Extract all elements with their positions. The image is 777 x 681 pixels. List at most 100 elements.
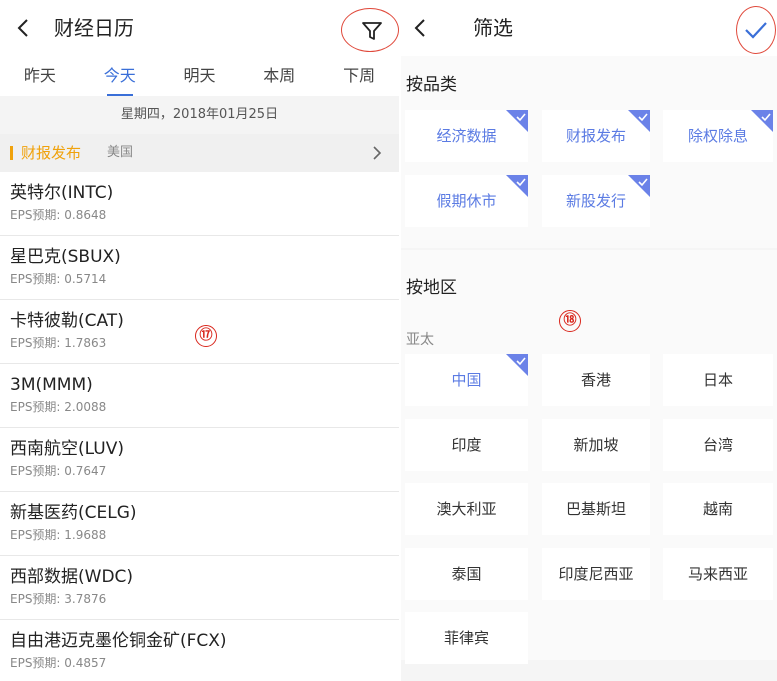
- list-item[interactable]: 新基医药(CELG) EPS预期: 1.9688: [0, 492, 399, 556]
- region-chip[interactable]: 日本: [663, 354, 773, 406]
- region-chip[interactable]: 马来西亚: [663, 547, 773, 600]
- eps-forecast: EPS预期: 0.4857: [10, 656, 107, 670]
- region-chip[interactable]: 越南: [663, 483, 773, 535]
- filter-panel: 筛选 按品类 经济数据 财报发布 除权除息 假期休市 新股发行 按地区 亚太 ⑱ 中国 香…: [401, 0, 777, 681]
- checkmark-icon: [761, 113, 771, 122]
- list-item[interactable]: 自由港迈克墨伦铜金矿(FCX) EPS预期: 0.4857: [0, 620, 399, 681]
- eps-forecast: EPS预期: 3.7876: [10, 592, 107, 606]
- category-chip[interactable]: 财报发布: [542, 110, 650, 162]
- filter-icon: [362, 22, 382, 40]
- checkmark-icon: [638, 113, 648, 122]
- company-name: 新基医药(CELG): [10, 503, 137, 523]
- category-chip-label: 新股发行: [565, 192, 626, 210]
- category-section: 按品类 经济数据 财报发布 除权除息假期休市 新股发行: [401, 56, 777, 248]
- tab-1[interactable]: 今天: [80, 58, 160, 96]
- region-chip-label: 香港: [580, 371, 611, 389]
- region-chip[interactable]: 香港: [542, 354, 650, 406]
- tab-label: 下周: [343, 66, 376, 85]
- checkmark-icon: [638, 178, 648, 187]
- company-name: 3M(MMM): [10, 375, 93, 395]
- region-chip[interactable]: 菲律宾: [405, 612, 528, 664]
- region-chip[interactable]: 中国: [405, 354, 528, 406]
- region-chip-label: 泰国: [451, 564, 482, 583]
- earnings-list: 英特尔(INTC) EPS预期: 0.8648 星巴克(SBUX) EPS预期: 0.…: [0, 172, 399, 681]
- region-chip-label: 巴基斯坦: [565, 500, 626, 518]
- checkmark-icon: [516, 113, 526, 122]
- region-chip-label: 越南: [702, 500, 733, 518]
- page-title: 财经日历: [54, 16, 134, 40]
- company-name: 英特尔(INTC): [10, 183, 114, 203]
- region-chip-label: 马来西亚: [687, 564, 748, 583]
- annotation-badge: ⑱: [559, 310, 581, 332]
- checkmark-icon: [516, 178, 526, 187]
- region-chip-label: 新加坡: [573, 435, 619, 454]
- region-chip-label: 印度尼西亚: [558, 564, 634, 583]
- category-chip-label: 除权除息: [687, 127, 748, 145]
- list-item[interactable]: 西南航空(LUV) EPS预期: 0.7647: [0, 428, 399, 492]
- region-chip-label: 台湾: [702, 435, 733, 454]
- checkmark-icon: [516, 357, 526, 366]
- tab-label: 明天: [183, 66, 216, 85]
- eps-forecast: EPS预期: 1.7863: [10, 336, 107, 350]
- filter-title: 筛选: [473, 16, 513, 40]
- company-name: 星巴克(SBUX): [10, 247, 121, 267]
- region-chip-label: 菲律宾: [443, 629, 489, 647]
- chevron-right-icon: [373, 146, 382, 160]
- eps-forecast: EPS预期: 2.0088: [10, 400, 107, 414]
- category-chip[interactable]: 新股发行: [542, 175, 650, 227]
- list-item[interactable]: 星巴克(SBUX) EPS预期: 0.5714: [0, 236, 399, 300]
- tab-2[interactable]: 明天: [160, 58, 240, 96]
- region-chip[interactable]: 巴基斯坦: [542, 483, 650, 535]
- category-group-title: 按品类: [406, 75, 457, 95]
- region-chip[interactable]: 印度尼西亚: [542, 547, 650, 600]
- tab-label: 今天: [103, 66, 136, 85]
- category-chip-label: 假期休市: [436, 192, 497, 210]
- annotation-badge: ⑰: [195, 325, 217, 347]
- region-chip-label: 日本: [702, 371, 733, 389]
- list-item[interactable]: 3M(MMM) EPS预期: 2.0088: [0, 364, 399, 428]
- tab-4[interactable]: 下周: [319, 58, 399, 96]
- date-label: 星期四，2018年01月25日: [0, 96, 399, 134]
- region-chip-label: 印度: [451, 435, 482, 454]
- checkmark-icon: [745, 22, 767, 39]
- eps-forecast: EPS预期: 0.7647: [10, 464, 107, 478]
- category-chip-label: 财报发布: [565, 127, 626, 145]
- region-chip[interactable]: 新加坡: [542, 418, 650, 471]
- back-button[interactable]: [407, 14, 435, 42]
- section-country: 美国: [107, 145, 134, 160]
- region-section: 按地区 亚太 ⑱ 中国 香港 日本 印度 新加坡 台湾 澳大利亚 巴基斯坦 越南 泰国 印度尼西亚 马…: [401, 250, 777, 664]
- calendar-header: 财经日历: [0, 0, 399, 56]
- category-chip-label: 经济数据: [436, 127, 497, 145]
- back-button[interactable]: [10, 14, 38, 42]
- tab-0[interactable]: 昨天: [0, 58, 80, 96]
- section-title: 财报发布: [21, 144, 82, 162]
- category-chip[interactable]: 假期休市: [405, 175, 528, 227]
- region-group-title: 按地区: [406, 278, 457, 298]
- date-tabs: 昨天 今天 明天 本周 下周: [0, 58, 399, 96]
- eps-forecast: EPS预期: 1.9688: [10, 528, 107, 542]
- eps-forecast: EPS预期: 0.8648: [10, 208, 107, 222]
- tab-label: 昨天: [23, 66, 56, 85]
- filter-button[interactable]: [341, 8, 399, 52]
- filter-header: 筛选: [401, 0, 777, 56]
- company-name: 西部数据(WDC): [10, 567, 134, 587]
- category-chip[interactable]: 除权除息: [663, 110, 773, 162]
- chevron-left-icon: [17, 19, 28, 37]
- list-item[interactable]: 英特尔(INTC) EPS预期: 0.8648: [0, 172, 399, 236]
- region-chip[interactable]: 澳大利亚: [405, 483, 528, 535]
- company-name: 卡特彼勒(CAT): [10, 311, 124, 331]
- section-marker: [10, 146, 13, 160]
- calendar-panel: 财经日历 昨天 今天 明天 本周 下周 星期四，2018年01月25日 财报发布 美国 …: [0, 0, 399, 681]
- region-chip[interactable]: 泰国: [405, 547, 528, 600]
- eps-forecast: EPS预期: 0.5714: [10, 272, 107, 286]
- confirm-button[interactable]: [736, 6, 776, 54]
- list-item[interactable]: 西部数据(WDC) EPS预期: 3.7876: [0, 556, 399, 620]
- region-chip[interactable]: 台湾: [663, 418, 773, 471]
- region-chip-label: 澳大利亚: [436, 500, 497, 518]
- category-chip[interactable]: 经济数据: [405, 110, 528, 162]
- company-name: 自由港迈克墨伦铜金矿(FCX): [10, 631, 227, 651]
- region-chip[interactable]: 印度: [405, 418, 528, 471]
- tab-3[interactable]: 本周: [239, 58, 319, 96]
- region-chip-label: 中国: [451, 371, 482, 389]
- company-name: 西南航空(LUV): [10, 439, 124, 459]
